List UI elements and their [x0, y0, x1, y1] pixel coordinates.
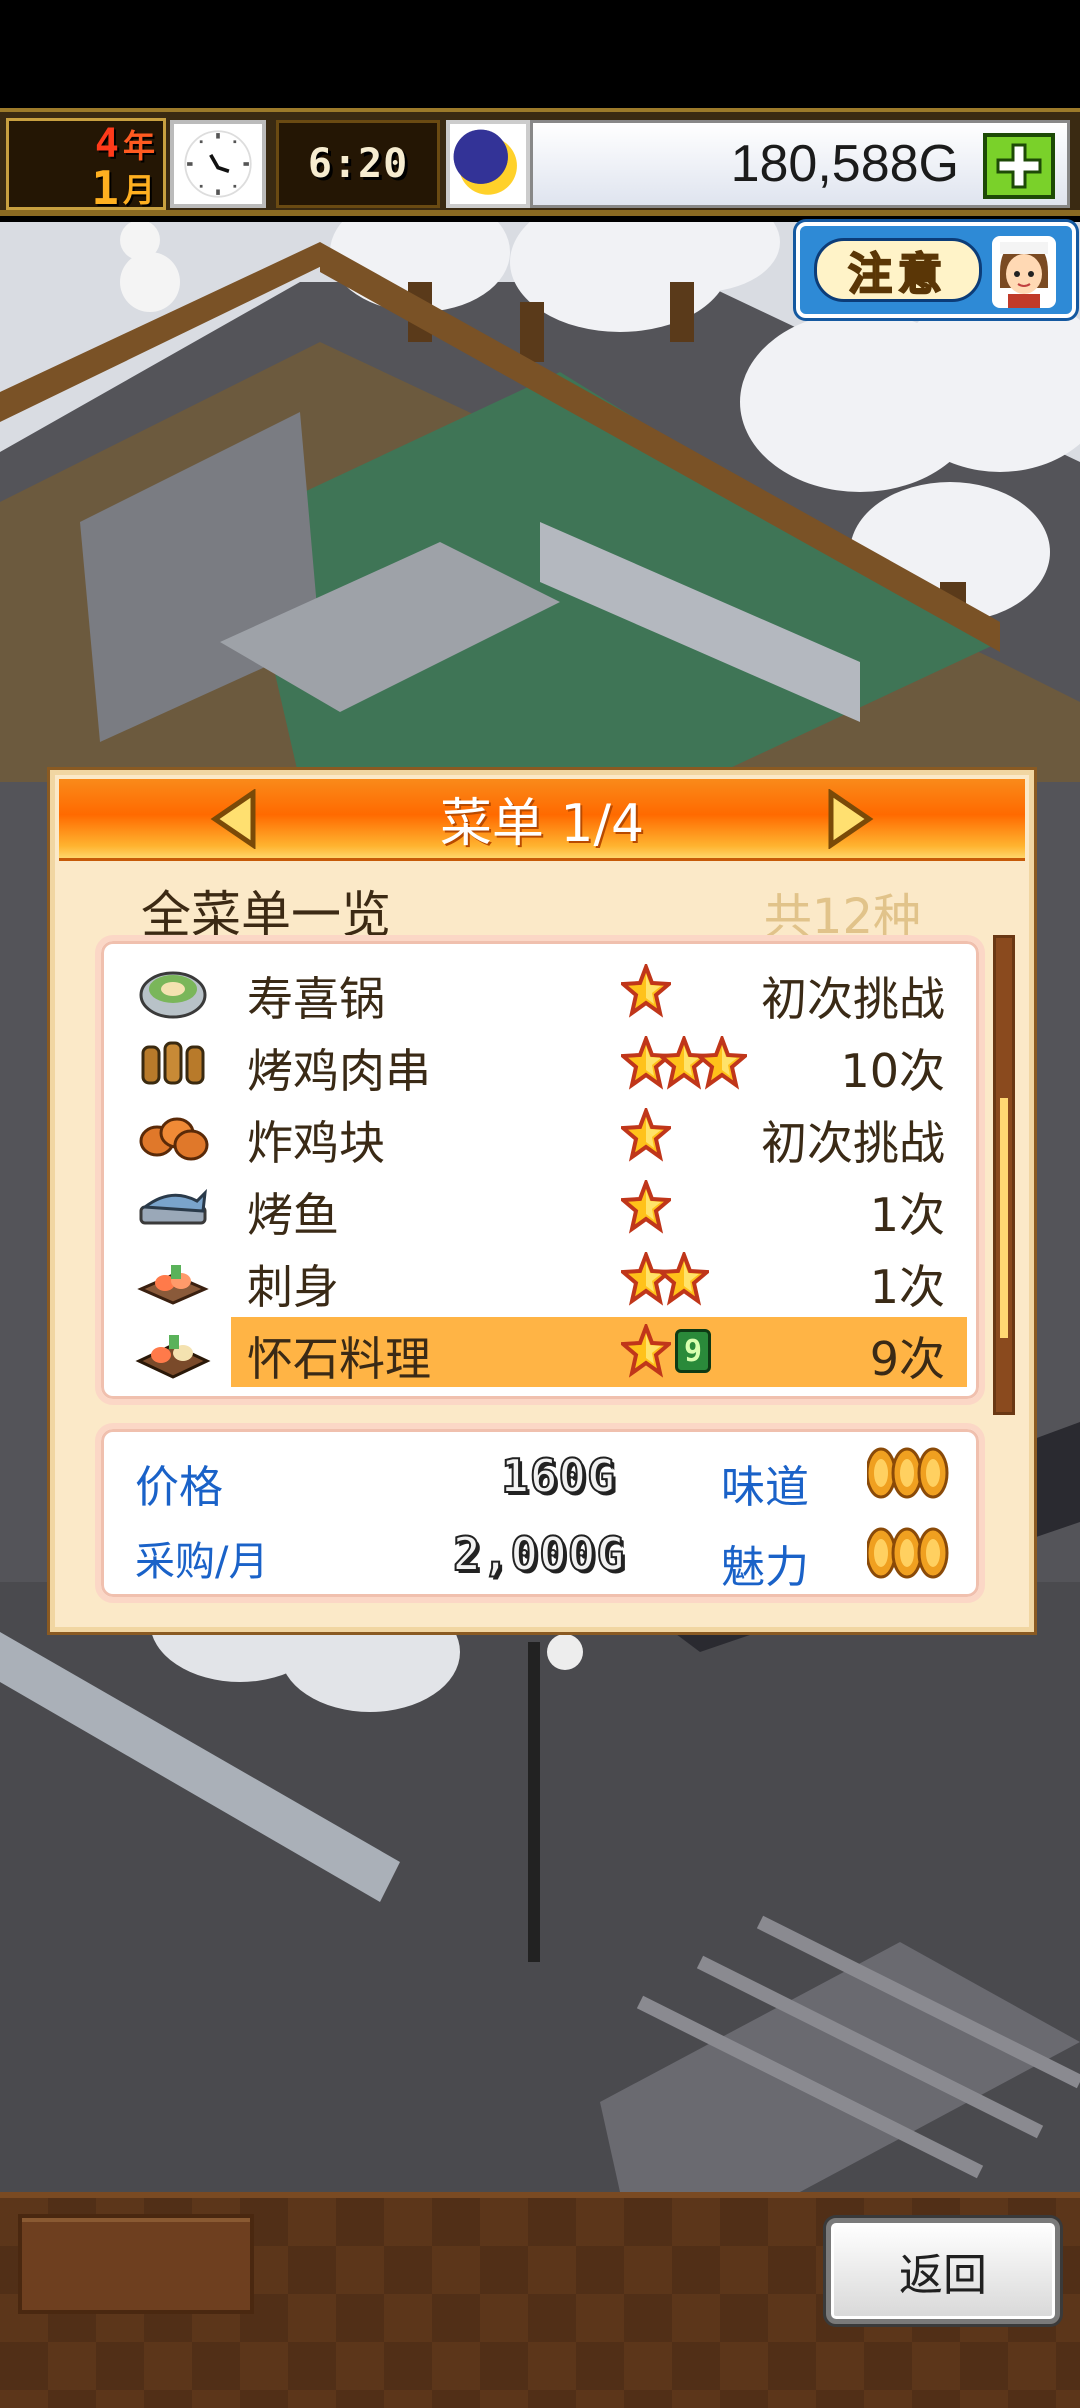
menu-item-count: 1次: [869, 1260, 945, 1314]
next-page-arrow-icon[interactable]: [821, 789, 877, 849]
money-display: 180,588G: [530, 120, 1070, 208]
appeal-coins-icon: [865, 1525, 953, 1581]
status-bar: [0, 0, 1080, 108]
purchase-label: 采购/月: [135, 1539, 269, 1585]
menu-item-count: 初次挑战: [761, 972, 945, 1026]
star-icon: [693, 1033, 751, 1090]
taste-label: 味道: [721, 1462, 809, 1513]
attention-button[interactable]: 注意: [796, 222, 1076, 318]
prev-page-arrow-icon[interactable]: [207, 789, 263, 849]
price-label: 价格: [135, 1462, 223, 1513]
time-display: 6:20: [276, 120, 440, 208]
menu-item[interactable]: 炸鸡块 初次挑战: [101, 1099, 979, 1170]
menu-item-name: 寿喜锅: [247, 972, 385, 1026]
menu-item[interactable]: 烤鸡肉串 10次: [101, 1027, 979, 1098]
back-button[interactable]: 返回: [826, 2218, 1060, 2324]
scrollbar-thumb[interactable]: [1000, 1098, 1008, 1338]
menu-item-count: 10次: [840, 1044, 945, 1098]
taste-coins-icon: [865, 1445, 953, 1501]
back-button-label: 返回: [899, 2250, 987, 2301]
menu-list[interactable]: 寿喜锅 初次挑战 烤鸡肉串 10次 炸鸡块 初次挑战 烤鱼 1次 刺身 1次 怀石料理 9 9次: [95, 935, 985, 1405]
menu-item-count: 1次: [869, 1188, 945, 1242]
menu-item-name: 烤鸡肉串: [247, 1044, 431, 1098]
yakitori-icon: [141, 1041, 205, 1085]
menu-item[interactable]: 烤鱼 1次: [101, 1171, 979, 1242]
menu-item-rating: [617, 1033, 751, 1093]
bottom-empty-slot: [18, 2214, 254, 2314]
menu-item-name: 炸鸡块: [247, 1116, 385, 1170]
advisor-avatar-icon: [992, 236, 1056, 308]
star-icon: [617, 1105, 675, 1162]
menu-panel: 菜单 1/4 全菜单一览 共12种 寿喜锅 初次挑战 烤鸡肉串 10次 炸鸡块 初次挑战烤…: [50, 770, 1034, 1632]
star-icon: [655, 1249, 713, 1306]
menu-item-rating: [617, 1177, 675, 1237]
menu-item[interactable]: 怀石料理 9 9次: [101, 1315, 979, 1387]
star-icon: [617, 1321, 675, 1378]
grilled-fish-icon: [139, 1188, 207, 1225]
sashimi-icon: [137, 1265, 209, 1305]
menu-item-count: 初次挑战: [761, 1116, 945, 1170]
kaiseki-icon: [135, 1335, 211, 1379]
menu-item-rating: 9: [617, 1321, 711, 1381]
star-icon: [617, 1177, 675, 1234]
add-money-button[interactable]: [983, 133, 1055, 199]
menu-item-name: 烤鱼: [247, 1188, 339, 1242]
panel-header: 菜单 1/4: [59, 779, 1025, 861]
bottom-bar: 返回: [0, 2192, 1080, 2408]
menu-item-name: 怀石料理: [247, 1332, 431, 1386]
menu-item-name: 刺身: [247, 1260, 339, 1314]
menu-item-rating: [617, 1249, 713, 1309]
plus-icon: [996, 143, 1042, 189]
hotpot-icon: [139, 971, 207, 1019]
level-badge: 9: [675, 1329, 711, 1373]
menu-title: 菜单 1/4: [439, 794, 645, 854]
top-hud: 4 年 1 月 6:20 180,588G: [0, 108, 1080, 216]
year-unit: 年: [122, 127, 155, 165]
menu-item-count: 9次: [869, 1332, 945, 1386]
moon-icon: [446, 120, 530, 208]
price-value: 160G: [500, 1448, 616, 1504]
purchase-value: 2,000G: [452, 1526, 626, 1582]
list-scrollbar[interactable]: [993, 935, 1015, 1415]
star-icon: [617, 961, 675, 1018]
menu-item[interactable]: 刺身 1次: [101, 1243, 979, 1314]
month-unit: 月: [122, 171, 155, 209]
time-text: 6:20: [307, 141, 409, 187]
attention-label: 注意: [847, 248, 948, 301]
date-display: 4 年 1 月: [6, 118, 166, 215]
menu-item-rating: [617, 1105, 675, 1165]
appeal-label: 魅力: [721, 1542, 809, 1593]
clock-icon: [170, 120, 266, 208]
dish-details: 价格 160G 味道 采购/月 2,000G 魅力: [95, 1423, 985, 1603]
menu-item-rating: [617, 961, 675, 1021]
money-amount: 180,588G: [730, 135, 959, 193]
month-number: 1: [91, 161, 119, 215]
menu-item[interactable]: 寿喜锅 初次挑战: [101, 955, 979, 1026]
fried-chicken-icon: [139, 1117, 209, 1161]
